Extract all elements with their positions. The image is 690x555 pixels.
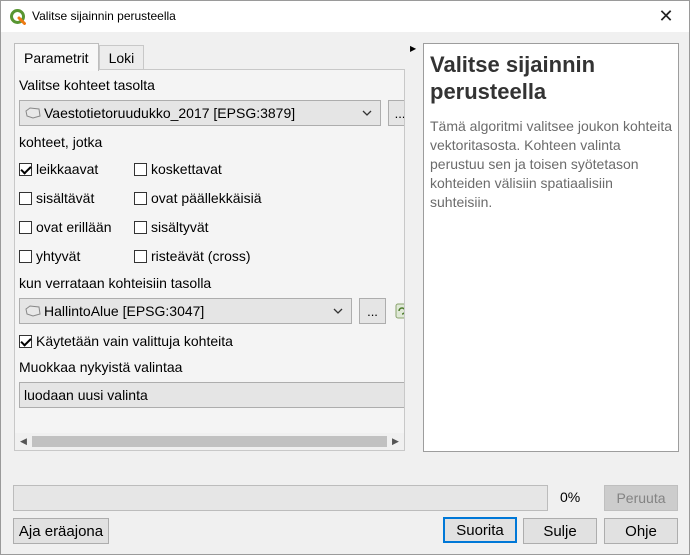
checkbox-label: ovat päällekkäisiä <box>151 190 262 206</box>
predicate-intersect-checkbox[interactable]: leikkaavat <box>19 161 98 177</box>
input-layer-combo[interactable]: Vaestotietoruudukko_2017 [EPSG:3879] <box>19 100 381 126</box>
checkbox-box <box>19 220 32 234</box>
scroll-thumb[interactable] <box>32 436 387 447</box>
close-icon: ✕ <box>658 5 674 26</box>
run-button[interactable]: Suorita <box>443 517 517 543</box>
checkbox-box <box>134 162 147 176</box>
checkbox-box <box>19 334 32 348</box>
tab-bar: Parametrit Loki <box>14 43 145 71</box>
close-window-button[interactable]: ✕ <box>651 3 681 29</box>
checkbox-box <box>19 162 32 176</box>
scroll-track[interactable] <box>32 433 387 450</box>
batch-process-button[interactable]: Aja eräajona <box>13 518 109 544</box>
progress-bar <box>13 485 548 511</box>
checkbox-box <box>134 220 147 234</box>
checkbox-label: sisältyvät <box>151 219 209 235</box>
modify-selection-combo[interactable]: luodaan uusi valinta <box>19 382 404 408</box>
iterate-icon[interactable] <box>395 303 405 319</box>
compare-layer-label: kun verrataan kohteisiin tasolla <box>19 275 212 291</box>
tab-parameters[interactable]: Parametrit <box>14 43 99 71</box>
predicate-overlap-checkbox[interactable]: ovat päällekkäisiä <box>134 190 262 206</box>
window-title: Valitse sijainnin perusteella <box>32 9 176 23</box>
cancel-button[interactable]: Peruuta <box>604 485 678 511</box>
parameters-panel: Valitse kohteet tasolta Vaestotietoruudu… <box>14 69 405 451</box>
checkbox-box <box>134 249 147 263</box>
selected-only-checkbox[interactable]: Käytetään vain valittuja kohteita <box>19 333 233 349</box>
chevron-down-icon <box>362 110 372 116</box>
tab-log[interactable]: Loki <box>98 45 145 70</box>
checkbox-label: risteävät (cross) <box>151 248 251 264</box>
predicate-label: kohteet, jotka <box>19 134 103 150</box>
modify-selection-label: Muokkaa nykyistä valintaa <box>19 359 183 375</box>
checkbox-label: ovat erillään <box>36 219 112 235</box>
checkbox-label: yhtyvät <box>36 248 81 264</box>
polygon-layer-icon <box>25 305 41 317</box>
help-text: Tämä algoritmi valitsee joukon kohteita … <box>430 118 673 210</box>
scroll-left-icon[interactable]: ◀ <box>15 433 32 450</box>
predicate-contain-checkbox[interactable]: sisältävät <box>19 190 94 206</box>
collapse-help-icon[interactable]: ▶ <box>410 44 416 53</box>
close-button[interactable]: Sulje <box>523 518 597 544</box>
help-title: Valitse sijainnin perusteella <box>430 52 596 104</box>
polygon-layer-icon <box>25 107 41 119</box>
checkbox-label: koskettavat <box>151 161 222 177</box>
help-button[interactable]: Ohje <box>604 518 678 544</box>
predicate-disjoint-checkbox[interactable]: ovat erillään <box>19 219 112 235</box>
modify-selection-value: luodaan uusi valinta <box>24 387 148 403</box>
predicate-equal-checkbox[interactable]: yhtyvät <box>19 248 80 264</box>
title-bar: Valitse sijainnin perusteella ✕ <box>1 1 689 32</box>
predicate-touch-checkbox[interactable]: koskettavat <box>134 161 222 177</box>
help-panel: Valitse sijainnin perusteella Tämä algor… <box>423 43 679 452</box>
checkbox-label: leikkaavat <box>36 161 99 177</box>
compare-layer-combo[interactable]: HallintoAlue [EPSG:3047] <box>19 298 352 324</box>
predicate-cross-checkbox[interactable]: risteävät (cross) <box>134 248 251 264</box>
compare-layer-value: HallintoAlue [EPSG:3047] <box>44 303 205 319</box>
input-layer-browse-button[interactable]: ... <box>388 100 404 126</box>
progress-percentage: 0% <box>560 489 581 505</box>
checkbox-box <box>19 249 32 263</box>
checkbox-label: Käytetään vain valittuja kohteita <box>36 333 233 349</box>
scroll-right-icon[interactable]: ▶ <box>387 433 404 450</box>
chevron-down-icon <box>333 308 343 314</box>
compare-layer-browse-button[interactable]: ... <box>359 298 386 324</box>
dialog-window: Valitse sijainnin perusteella ✕ Parametr… <box>0 0 690 555</box>
input-layer-label: Valitse kohteet tasolta <box>19 77 155 93</box>
horizontal-scrollbar[interactable]: ◀ ▶ <box>15 433 404 450</box>
qgis-logo-icon <box>10 9 26 25</box>
checkbox-label: sisältävät <box>36 190 95 206</box>
predicate-within-checkbox[interactable]: sisältyvät <box>134 219 209 235</box>
checkbox-box <box>19 191 32 205</box>
input-layer-value: Vaestotietoruudukko_2017 [EPSG:3879] <box>44 105 296 121</box>
checkbox-box <box>134 191 147 205</box>
